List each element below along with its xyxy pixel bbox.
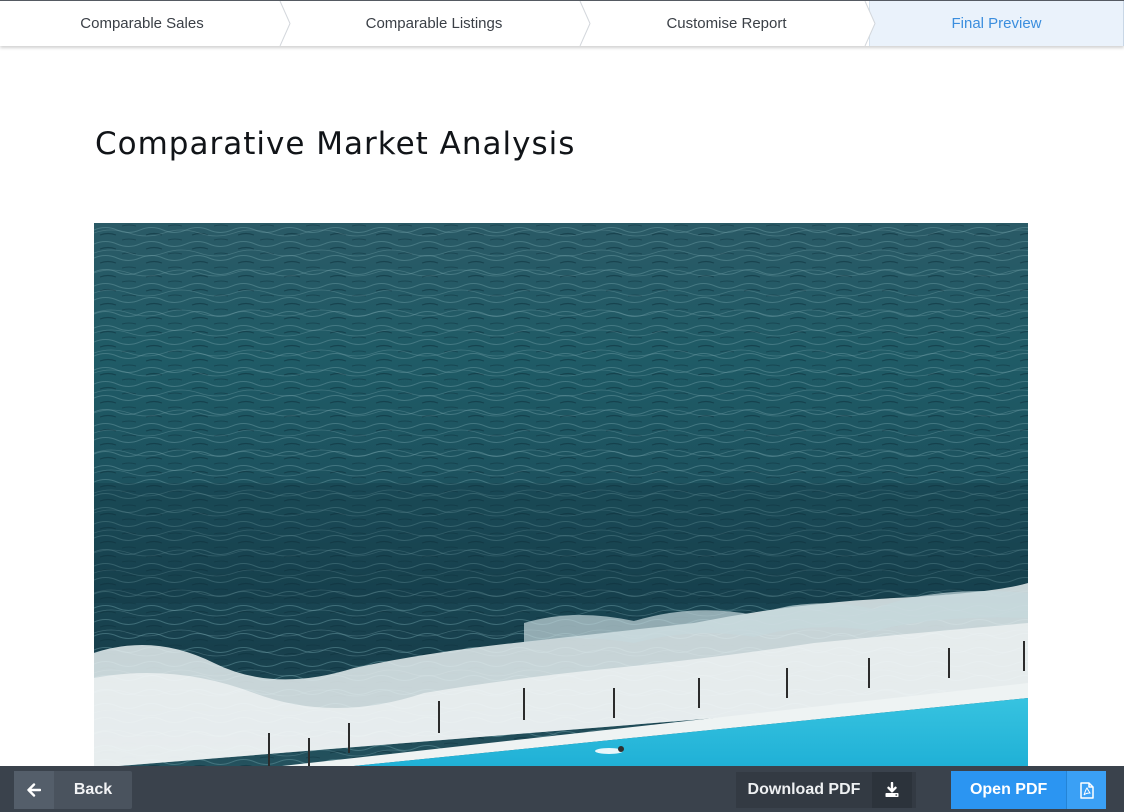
step-label: Comparable Sales — [80, 15, 204, 32]
step-separator-chevron — [279, 1, 291, 46]
back-button[interactable]: Back — [14, 771, 132, 809]
step-separator-chevron — [579, 1, 591, 46]
pdf-file-icon — [1066, 771, 1106, 809]
step-separator-chevron — [864, 1, 876, 46]
footer-toolbar: Back Download PDF Open PDF — [0, 766, 1124, 812]
arrow-left-icon — [14, 771, 54, 809]
step-label: Customise Report — [666, 15, 787, 32]
step-comparable-sales[interactable]: Comparable Sales — [0, 1, 284, 46]
progress-stepper: Comparable Sales Comparable Listings Cus… — [0, 0, 1124, 46]
download-pdf-label: Download PDF — [747, 781, 861, 798]
ocean-pool-photo — [94, 223, 1028, 768]
download-pdf-button[interactable]: Download PDF — [736, 772, 916, 808]
step-label: Final Preview — [951, 15, 1042, 32]
step-customise-report[interactable]: Customise Report — [584, 1, 869, 46]
step-final-preview[interactable]: Final Preview — [869, 1, 1124, 46]
cover-image — [94, 223, 1028, 768]
step-label: Comparable Listings — [365, 15, 503, 32]
report-title: Comparative Market Analysis — [95, 126, 576, 162]
back-label: Back — [73, 781, 113, 798]
open-pdf-label: Open PDF — [969, 781, 1048, 798]
download-icon — [872, 772, 912, 808]
step-comparable-listings[interactable]: Comparable Listings — [284, 1, 584, 46]
open-pdf-button[interactable]: Open PDF — [951, 771, 1106, 809]
